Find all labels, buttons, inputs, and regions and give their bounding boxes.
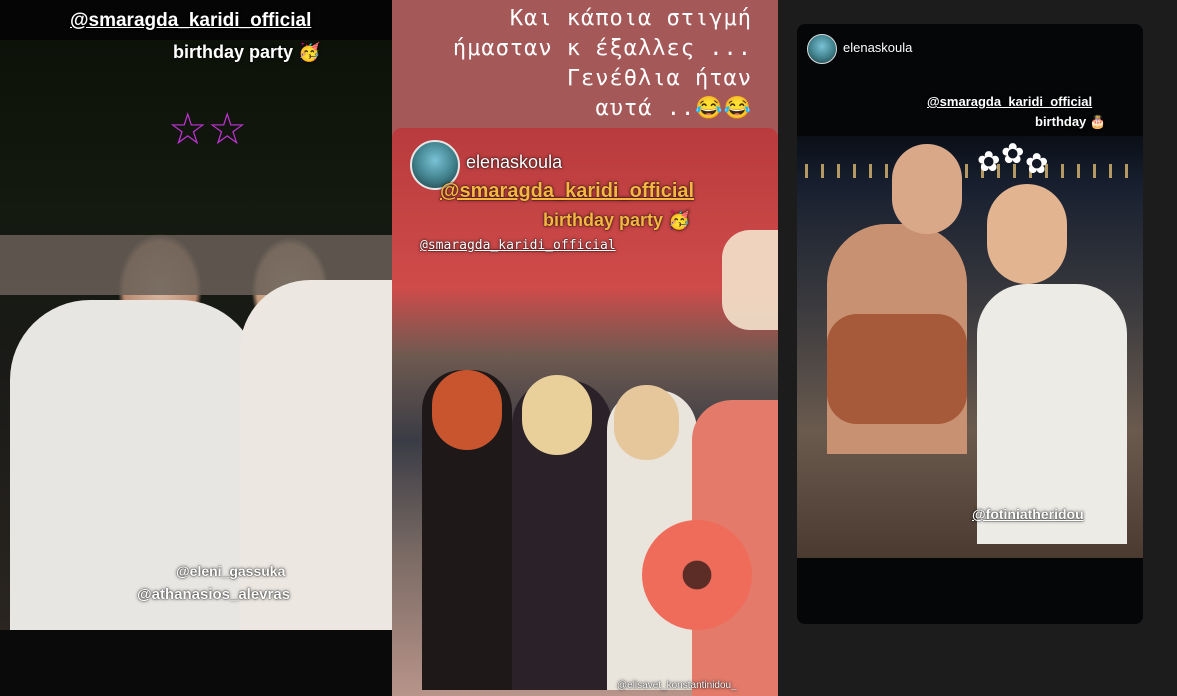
user-tag-elisavet[interactable]: @elisavet_konstantinidou_ [617,680,737,691]
paper-lantern [722,230,778,330]
username[interactable]: elenaskoula [466,152,562,173]
stars-sticker-icon: ☆☆ [168,105,247,154]
paper-flower [642,520,752,630]
daisy-sticker-icon: ✿ [977,146,1001,177]
person-2-hair [522,375,592,455]
mention-small[interactable]: @smaragda_karidi_official [420,238,616,253]
reshared-mention[interactable]: @smaragda_karidi_official [440,180,694,203]
story-bottom-bar [0,630,392,696]
greek-text-line-4: αυτά ..😂😂 [595,96,752,121]
caption-text: birthday 🎂 [1035,114,1107,129]
user-tag-fotinia[interactable]: @fotiniatheridou [972,506,1084,522]
town-lights [805,164,1135,178]
person-left-head [892,144,962,234]
story-panel-1[interactable]: @smaragda_karidi_official birthday party… [0,0,392,696]
person-3-hair [614,385,679,460]
person-right [977,284,1127,544]
reshared-caption: birthday party 🥳 [543,210,691,230]
person-1-hair [432,370,502,450]
caption-mention[interactable]: @smaragda_karidi_official [70,10,311,32]
caption-mention[interactable]: @smaragda_karidi_official [927,94,1092,109]
person-left-skirt [827,314,967,424]
greek-text-line-3: Γενέθλια ήταν [566,66,752,91]
user-tag-eleni[interactable]: @eleni_gassuka [176,563,285,579]
daisy-sticker-icon: ✿ [1025,148,1049,179]
story-greek-text: Και κάποια στιγμή ήμασταν κ έξαλλες ... … [392,4,752,124]
person-right-head [987,184,1067,284]
caption-text: birthday party 🥳 [173,42,321,62]
greek-text-line-1: Και κάποια στιγμή [509,6,752,31]
story-panel-3[interactable]: elenaskoula @smaragda_karidi_official bi… [797,24,1143,624]
user-tag-athanasios[interactable]: @athanasios_alevras [137,586,290,603]
greek-text-line-2: ήμασταν κ έξαλλες ... [452,36,752,61]
username[interactable]: elenaskoula [843,40,912,55]
person-left [10,300,260,630]
avatar[interactable] [807,34,837,64]
daisy-sticker-icon: ✿ [1001,138,1025,169]
story-panel-2[interactable]: Και κάποια στιγμή ήμασταν κ έξαλλες ... … [392,0,778,696]
